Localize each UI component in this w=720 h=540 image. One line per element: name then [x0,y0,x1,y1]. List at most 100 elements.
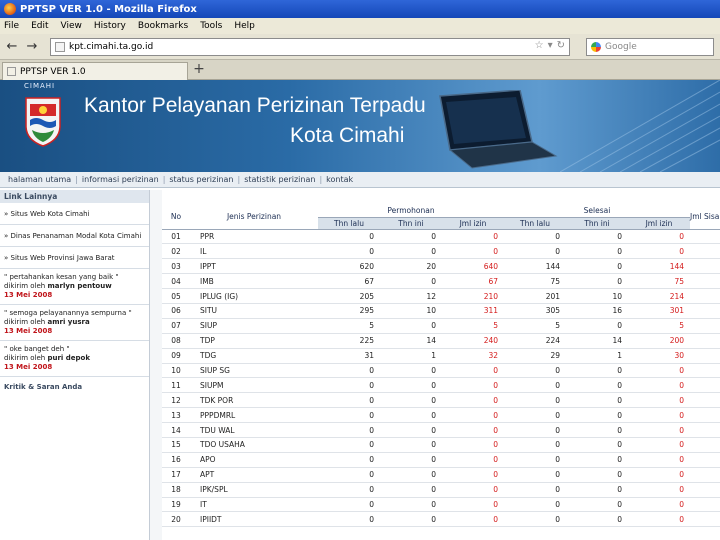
cell-jml-sisa [690,229,720,245]
cell-permohonan-thn-lalu: 0 [318,243,380,260]
cell-no: 02 [162,243,190,260]
nav-kontak[interactable]: kontak [326,175,353,184]
cell-permohonan-thn-ini: 10 [380,303,442,319]
testimonial-author: amri yusra [47,318,90,326]
header-selesai: Selesai [504,205,691,218]
site-subtitle: Kota Cimahi [290,124,405,147]
cell-selesai-thn-ini: 16 [566,303,629,319]
tab-bar: PPTSP VER 1.0 + [0,60,720,80]
cell-jenis-perizinan[interactable]: SIUPM [190,377,318,394]
cell-jenis-perizinan[interactable]: IPLUG (IG) [190,288,318,304]
menu-file[interactable]: File [4,21,19,31]
cell-jenis-perizinan[interactable]: TDP [190,333,318,349]
sidebar-link-penanaman-modal[interactable]: » Dinas Penanaman Modal Kota Cimahi [0,225,149,247]
cell-permohonan-jml-izin: 240 [442,333,505,349]
cell-jenis-perizinan[interactable]: PPPDMRL [190,407,318,424]
tab-pptsp[interactable]: PPTSP VER 1.0 [2,62,188,80]
cell-permohonan-thn-ini: 12 [380,288,442,304]
cell-selesai-thn-ini: 14 [566,333,629,349]
testimonial-author: puri depok [47,354,90,362]
cell-selesai-thn-lalu: 0 [504,452,567,468]
cell-jenis-perizinan[interactable]: TDO USAHA [190,437,318,453]
testimonial-author: marlyn pentouw [47,282,112,290]
table-row: 17 APT 0 0 0 0 0 0 [162,467,720,483]
cell-jenis-perizinan[interactable]: TDU WAL [190,422,318,438]
cell-jml-sisa [690,482,720,498]
cell-selesai-thn-lalu: 144 [504,258,567,275]
cell-selesai-jml-izin: 0 [628,392,691,409]
cell-jml-sisa [690,422,720,438]
cell-jml-sisa [690,467,720,483]
cell-jenis-perizinan[interactable]: TDG [190,348,318,364]
cell-jml-sisa [690,243,720,260]
cell-selesai-thn-ini: 0 [566,377,629,394]
nav-separator: | [237,175,241,184]
cell-jenis-perizinan[interactable]: SIUP SG [190,363,318,379]
cell-jenis-perizinan[interactable]: APO [190,452,318,468]
cell-permohonan-thn-ini: 20 [380,258,442,275]
address-url: kpt.cimahi.ta.go.id [69,42,154,52]
cell-selesai-thn-ini: 0 [566,407,629,424]
tab-page-icon [7,67,16,76]
cell-selesai-thn-ini: 0 [566,229,629,245]
cell-permohonan-jml-izin: 0 [442,243,505,260]
back-arrow-icon[interactable]: ← [4,39,20,55]
kritik-saran-link[interactable]: Kritik & Saran Anda [0,377,149,397]
cell-selesai-jml-izin: 5 [628,318,691,334]
cell-jenis-perizinan[interactable]: SITU [190,303,318,319]
table-row: 12 TDK POR 0 0 0 0 0 0 [162,392,720,409]
testimonial-quote: " oke banget deh " [4,345,70,353]
cell-selesai-thn-ini: 1 [566,348,629,364]
cell-jenis-perizinan[interactable]: TDK POR [190,392,318,409]
menu-help[interactable]: Help [234,21,255,31]
cell-jenis-perizinan[interactable]: SIUP [190,318,318,334]
cell-permohonan-thn-lalu: 0 [318,511,380,528]
nav-status-perizinan[interactable]: status perizinan [169,175,233,184]
cell-selesai-thn-ini: 0 [566,258,629,275]
menu-bookmarks[interactable]: Bookmarks [138,21,188,31]
cell-permohonan-thn-ini: 0 [380,392,442,409]
header-jenis-perizinan: Jenis Perizinan [190,205,318,230]
cell-selesai-jml-izin: 301 [628,303,691,319]
dropdown-icon[interactable]: ▾ [548,40,553,51]
search-bar[interactable]: Google [586,38,714,56]
cell-permohonan-jml-izin: 311 [442,303,505,319]
menu-view[interactable]: View [61,21,82,31]
cell-jenis-perizinan[interactable]: IT [190,497,318,513]
cell-jenis-perizinan[interactable]: IPK/SPL [190,482,318,498]
testimonial-by-label: dikirim oleh [4,318,46,326]
cell-jenis-perizinan[interactable]: IPPT [190,258,318,275]
nav-statistik-perizinan[interactable]: statistik perizinan [244,175,315,184]
reload-icon[interactable]: ↻ [557,40,565,51]
cell-no: 20 [162,511,190,528]
menu-history[interactable]: History [94,21,126,31]
address-bar[interactable]: kpt.cimahi.ta.go.id ☆ ▾ ↻ [50,38,570,56]
cell-jenis-perizinan[interactable]: IMB [190,273,318,290]
cell-permohonan-jml-izin: 0 [442,377,505,394]
window-titlebar: PPTSP VER 1.0 - Mozilla Firefox [0,0,720,18]
menu-tools[interactable]: Tools [200,21,222,31]
cell-jenis-perizinan[interactable]: IPIIDT [190,511,318,528]
header-permohonan-thn-ini: Thn ini [380,217,442,230]
new-tab-button[interactable]: + [192,62,206,78]
menu-edit[interactable]: Edit [31,21,48,31]
bookmark-star-icon[interactable]: ☆ [535,40,544,51]
nav-halaman-utama[interactable]: halaman utama [8,175,71,184]
cell-jenis-perizinan[interactable]: APT [190,467,318,483]
nav-informasi-perizinan[interactable]: informasi perizinan [82,175,159,184]
navigation-toolbar: ← → kpt.cimahi.ta.go.id ☆ ▾ ↻ Google [0,34,720,60]
sidebar-link-cimahi[interactable]: » Situs Web Kota Cimahi [0,203,149,225]
cell-jenis-perizinan[interactable]: IL [190,243,318,260]
cell-selesai-thn-lalu: 0 [504,497,567,513]
cell-permohonan-jml-izin: 0 [442,422,505,438]
cell-selesai-thn-lalu: 0 [504,243,567,260]
cell-jenis-perizinan[interactable]: PPR [190,229,318,245]
cell-permohonan-thn-lalu: 225 [318,333,380,349]
table-row: 04 IMB 67 0 67 75 0 75 [162,273,720,290]
cell-no: 03 [162,258,190,275]
forward-arrow-icon[interactable]: → [24,39,40,55]
cell-jml-sisa [690,288,720,304]
sidebar-link-jabar[interactable]: » Situs Web Provinsi Jawa Barat [0,247,149,269]
cell-no: 18 [162,482,190,498]
cell-permohonan-thn-lalu: 5 [318,318,380,334]
